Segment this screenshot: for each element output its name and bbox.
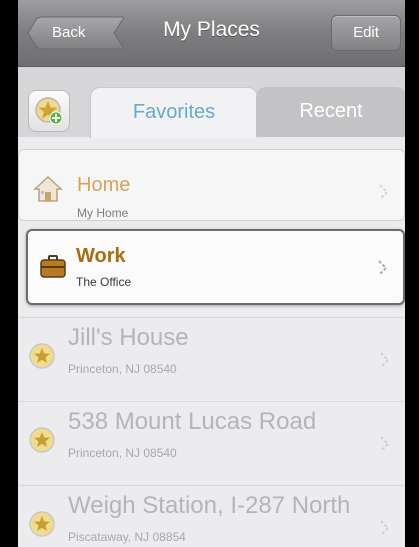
list-item-subtitle: My Home bbox=[77, 206, 129, 220]
tab-bar: Favorites Recent bbox=[18, 67, 405, 138]
nav-bar: Back My Places Edit bbox=[18, 0, 405, 67]
add-favorite-button[interactable] bbox=[28, 90, 70, 132]
list-item-title: Home bbox=[77, 174, 131, 196]
add-favorite-icon bbox=[35, 97, 63, 125]
briefcase-icon bbox=[40, 255, 66, 278]
list-item-subtitle: Princeton, NJ 08540 bbox=[68, 446, 177, 460]
chevron-right-icon bbox=[379, 184, 389, 200]
star-icon bbox=[29, 427, 55, 453]
list-item-place[interactable]: 538 Mount Lucas Road Princeton, NJ 08540 bbox=[18, 401, 405, 485]
chevron-right-icon bbox=[380, 520, 390, 536]
list-item-subtitle: The Office bbox=[76, 275, 132, 289]
house-icon bbox=[33, 175, 63, 202]
list-item-title: Work bbox=[76, 245, 126, 267]
list-item-subtitle: Princeton, NJ 08540 bbox=[68, 362, 177, 376]
list-item-place[interactable]: Weigh Station, I-287 North Piscataway, N… bbox=[18, 485, 405, 547]
chevron-right-icon bbox=[380, 436, 390, 452]
edit-button[interactable]: Edit bbox=[331, 15, 401, 51]
chevron-right-icon bbox=[378, 260, 388, 276]
left-bezel bbox=[0, 0, 18, 547]
list-item-work[interactable]: Work The Office bbox=[26, 229, 405, 305]
list-item-title: Jill's House bbox=[68, 324, 189, 351]
star-icon bbox=[29, 343, 55, 369]
list-item-home[interactable]: Home My Home bbox=[18, 149, 405, 221]
list-item-title: Weigh Station, I-287 North bbox=[68, 492, 351, 519]
tab-recent[interactable]: Recent bbox=[256, 87, 405, 137]
list-item-subtitle: Piscataway, NJ 08854 bbox=[68, 530, 186, 544]
tab-favorites[interactable]: Favorites bbox=[90, 87, 258, 138]
list-item-title: 538 Mount Lucas Road bbox=[68, 408, 317, 435]
chevron-right-icon bbox=[380, 352, 390, 368]
list-item-place[interactable]: Jill's House Princeton, NJ 08540 bbox=[18, 317, 405, 401]
star-icon bbox=[29, 511, 55, 537]
screen: Back My Places Edit Favorites Recent Hom… bbox=[18, 0, 405, 547]
right-bezel bbox=[405, 0, 419, 547]
app-frame: Back My Places Edit Favorites Recent Hom… bbox=[0, 0, 419, 547]
